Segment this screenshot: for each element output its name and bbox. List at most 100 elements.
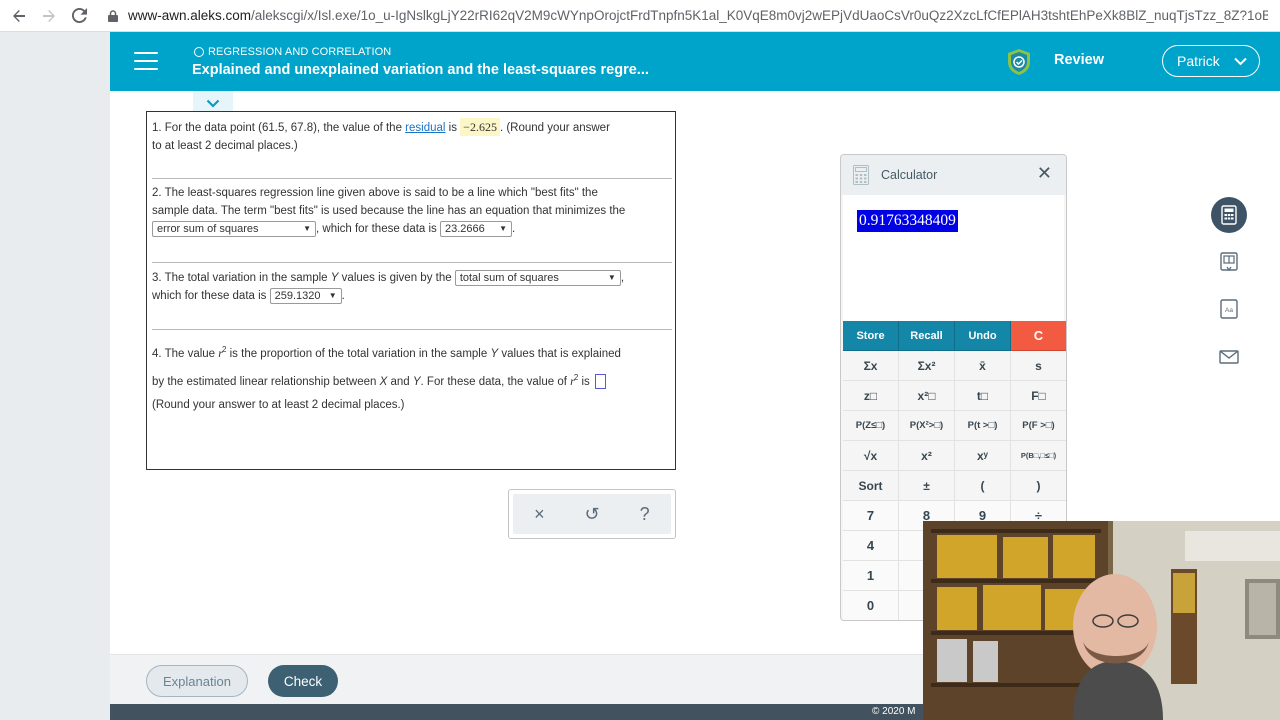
topic-label: REGRESSION AND CORRELATION	[194, 46, 391, 58]
menu-icon[interactable]	[134, 52, 158, 70]
lock-icon	[106, 9, 120, 23]
sst-value-dropdown[interactable]: 259.1320 ▼	[269, 287, 342, 304]
open-paren-key[interactable]: (	[955, 471, 1011, 501]
close-icon[interactable]: ✕	[1037, 163, 1052, 184]
part3-middle: values is given by the	[341, 272, 452, 284]
calculator-header[interactable]: Calculator ✕	[841, 155, 1066, 195]
sum-x-key[interactable]: Σx	[843, 351, 899, 381]
review-button[interactable]: Review	[1054, 52, 1104, 68]
shield-check-icon[interactable]	[1006, 48, 1032, 76]
std-dev-key[interactable]: s	[1011, 351, 1066, 381]
close-paren-key[interactable]: )	[1011, 471, 1066, 501]
prob-z-key[interactable]: P(Z≤□)	[843, 411, 899, 441]
mail-icon	[1219, 350, 1239, 364]
part3-text: 3. The total variation in the sample	[152, 272, 328, 284]
plus-minus-key[interactable]: ±	[899, 471, 955, 501]
f-value-key[interactable]: F□	[1011, 381, 1066, 411]
dropdown-arrow-icon: ▼	[328, 290, 337, 300]
digit-4-key[interactable]: 4	[843, 531, 899, 561]
chi-value-key[interactable]: x²□	[899, 381, 955, 411]
question-part-4: 4. The value r2 is the proportion of the…	[152, 338, 672, 417]
exponent: 2	[573, 372, 579, 382]
calculator-tool-button[interactable]	[1211, 197, 1247, 233]
webcam-overlay	[923, 521, 1280, 720]
calculator-icon	[853, 165, 869, 185]
forward-button[interactable]	[34, 1, 64, 31]
square-key[interactable]: x²	[899, 441, 955, 471]
var-y: Y	[330, 272, 339, 284]
webcam-video-image	[923, 521, 1280, 720]
undo-key[interactable]: Undo	[955, 321, 1011, 351]
dictionary-icon: Aa	[1220, 299, 1238, 319]
prob-binomial-key[interactable]: P(B□,□≤□)	[1011, 441, 1066, 471]
arrow-left-icon	[13, 9, 25, 22]
reload-button[interactable]	[64, 1, 94, 31]
part4-line2: by the estimated linear relationship bet…	[152, 375, 377, 388]
question-part-2: 2. The least-squares regression line giv…	[152, 184, 672, 238]
mean-key[interactable]: x̄	[955, 351, 1011, 381]
textbook-tool-button[interactable]	[1211, 244, 1247, 280]
left-gutter	[0, 32, 110, 720]
recall-key[interactable]: Recall	[899, 321, 955, 351]
power-key[interactable]: xʸ	[955, 441, 1011, 471]
dropdown-arrow-icon: ▼	[499, 223, 508, 233]
chevron-down-icon	[206, 99, 220, 108]
check-button[interactable]: Check	[268, 665, 338, 697]
calculator-display[interactable]: 0.91763348409	[843, 195, 1064, 322]
dropdown-arrow-icon: ▼	[607, 272, 616, 282]
progress-circle-icon	[194, 47, 204, 57]
divider	[152, 329, 672, 330]
sse-value-dropdown[interactable]: 23.2666 ▼	[440, 220, 513, 237]
prob-chi-key[interactable]: P(X²>□)	[899, 411, 955, 441]
divider	[152, 178, 672, 179]
sum-of-squares-dropdown[interactable]: error sum of squares ▼	[152, 220, 316, 237]
reload-icon	[71, 8, 87, 23]
clear-button[interactable]: ×	[524, 499, 554, 529]
sort-key[interactable]: Sort	[843, 471, 899, 501]
t-value-key[interactable]: t□	[955, 381, 1011, 411]
part3-comma: ,	[620, 272, 625, 284]
page-title: Explained and unexplained variation and …	[192, 62, 649, 78]
and-text: and	[390, 375, 410, 388]
part1-is: is	[448, 122, 457, 134]
sum-x-squared-key[interactable]: Σx²	[899, 351, 955, 381]
undo-button[interactable]: ↺	[577, 499, 607, 529]
digit-7-key[interactable]: 7	[843, 501, 899, 531]
part4-suffix: values that is explained	[501, 347, 621, 360]
store-key[interactable]: Store	[843, 321, 899, 351]
calculator-value: 0.91763348409	[857, 210, 958, 232]
dropdown-arrow-icon: ▼	[303, 223, 311, 233]
part2-end: .	[512, 223, 516, 235]
explanation-button[interactable]: Explanation	[146, 665, 248, 697]
dictionary-tool-button[interactable]: Aa	[1211, 291, 1247, 327]
sqrt-key[interactable]: √x	[843, 441, 899, 471]
user-menu-button[interactable]: Patrick	[1162, 45, 1260, 77]
residual-link[interactable]: residual	[405, 122, 445, 134]
arrow-right-icon	[43, 9, 55, 22]
question-part-3: 3. The total variation in the sample Y v…	[152, 269, 672, 305]
digit-1-key[interactable]: 1	[843, 561, 899, 591]
clear-key[interactable]: C	[1011, 321, 1066, 351]
back-button[interactable]	[4, 1, 34, 31]
digit-0-key[interactable]: 0	[843, 591, 899, 620]
var-y: Y	[412, 375, 421, 388]
help-button[interactable]: ?	[630, 499, 660, 529]
part2-middle: , which for these data is	[316, 223, 437, 235]
r-squared-answer-field[interactable]	[594, 374, 606, 390]
message-tool-button[interactable]	[1211, 339, 1247, 375]
part4-text: 4. The value	[152, 347, 216, 360]
prob-t-key[interactable]: P(t >□)	[955, 411, 1011, 441]
part3-line2: which for these data is	[152, 290, 267, 302]
part1-suffix: . (Round your answer	[499, 122, 610, 134]
z-value-key[interactable]: z□	[843, 381, 899, 411]
total-variation-dropdown[interactable]: total sum of squares ▼	[454, 269, 621, 286]
part4-line3: (Round your answer to at least 2 decimal…	[152, 398, 405, 411]
address-bar[interactable]: www-awn.aleks.com/alekscgi/x/Isl.exe/1o_…	[128, 8, 1268, 23]
part4-middle: is the proportion of the total variation…	[229, 347, 488, 360]
calculator-icon	[1221, 205, 1237, 225]
prob-f-key[interactable]: P(F >□)	[1011, 411, 1066, 441]
part2-line1: 2. The least-squares regression line giv…	[152, 187, 598, 199]
residual-answer-field[interactable]: −2.625	[460, 118, 500, 136]
part4-is: is	[581, 375, 590, 388]
user-name: Patrick	[1177, 53, 1220, 69]
